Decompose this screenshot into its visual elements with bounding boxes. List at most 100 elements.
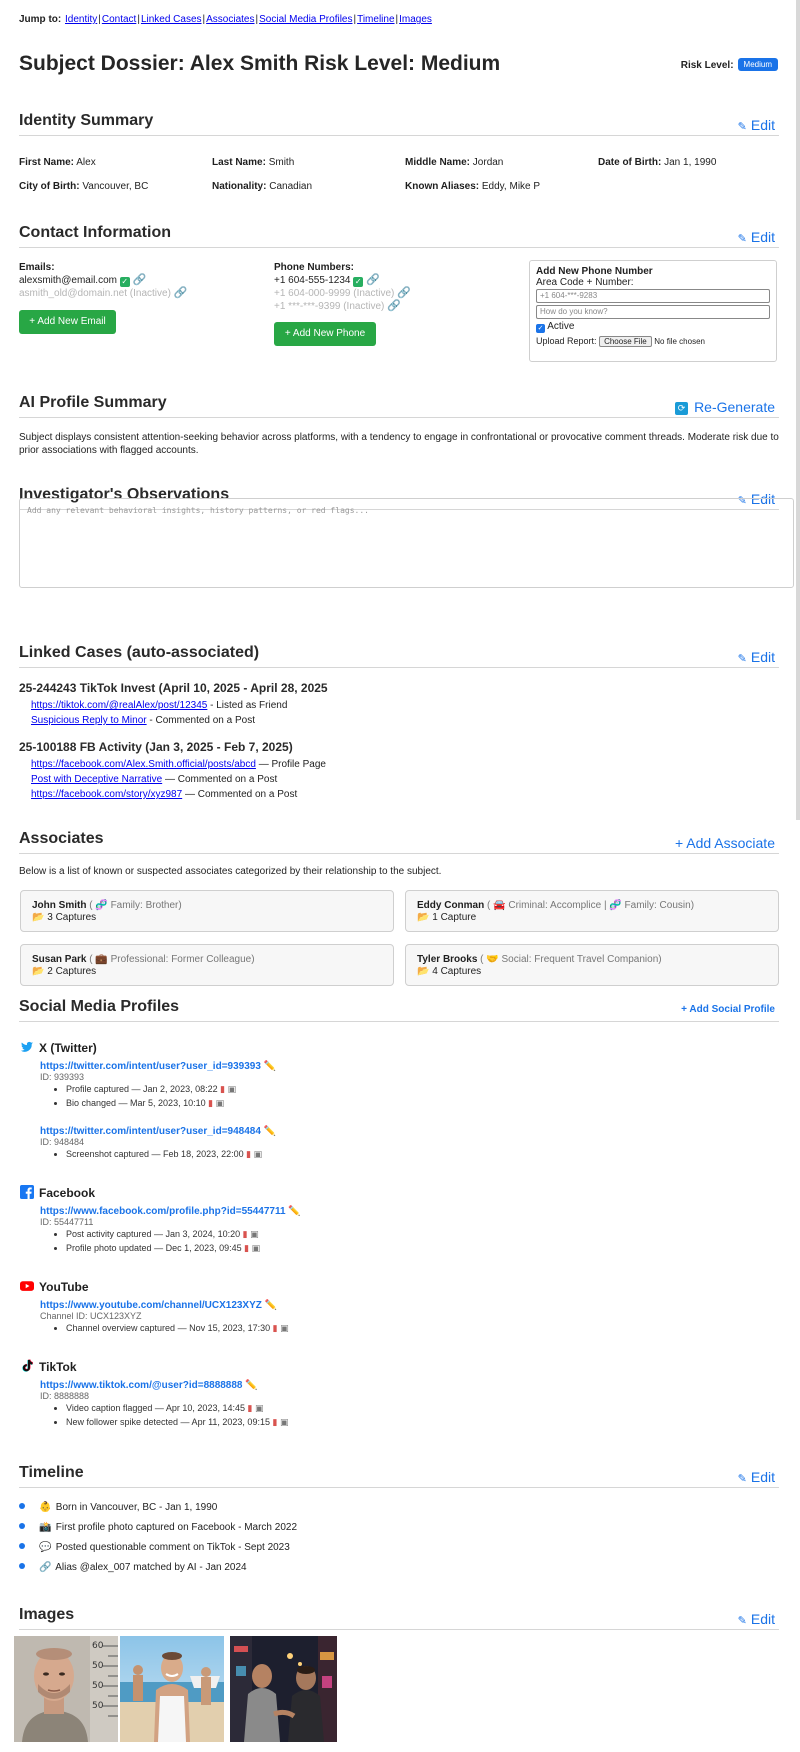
images-edit-button[interactable]: ✎ Edit <box>738 1611 775 1627</box>
jump-link-linked-cases[interactable]: Linked Cases <box>141 14 202 25</box>
field-value: Canadian <box>269 181 313 192</box>
image-icon[interactable]: ▣ <box>254 1149 263 1159</box>
phone-item-inactive: +1 ***-***-9399 (Inactive) 🔗 <box>274 300 411 313</box>
edit-pencil-icon[interactable]: ✏️ <box>264 1061 276 1072</box>
how-known-input[interactable]: How do you know? <box>536 305 770 319</box>
associate-card[interactable]: John Smith ( 🧬 Family: Brother) 📂 3 Capt… <box>20 890 394 932</box>
phone-status: (Inactive) <box>353 288 395 299</box>
active-checkbox[interactable]: ✓ <box>536 324 545 333</box>
case-link[interactable]: https://facebook.com/Alex.Smith.official… <box>31 759 256 770</box>
profile-link[interactable]: https://twitter.com/intent/user?user_id=… <box>40 1126 261 1137</box>
add-social-profile-button[interactable]: + Add Social Profile <box>681 1004 775 1015</box>
pdf-icon[interactable]: ▮ <box>220 1084 225 1094</box>
image-icon[interactable]: ▣ <box>250 1229 259 1239</box>
phone-number: +1 604-555-1234 <box>274 275 351 286</box>
jump-link-timeline[interactable]: Timeline <box>357 14 394 25</box>
field-value: Alex <box>76 157 96 168</box>
add-phone-button[interactable]: + Add New Phone <box>274 322 376 346</box>
profile-link[interactable]: https://www.youtube.com/channel/UCX123XY… <box>40 1300 262 1311</box>
case-link[interactable]: Suspicious Reply to Minor <box>31 715 147 726</box>
emails-label: Emails: <box>19 262 55 273</box>
pdf-icon[interactable]: ▮ <box>244 1243 249 1253</box>
facebook-icon <box>20 1185 34 1199</box>
associate-card[interactable]: Susan Park ( 💼 Professional: Former Coll… <box>20 944 394 986</box>
case-link[interactable]: https://facebook.com/story/xyz987 <box>31 789 182 800</box>
case-item: 25-244243 TikTok Invest (April 10, 2025 … <box>19 681 779 728</box>
pdf-icon[interactable]: ▮ <box>208 1098 213 1108</box>
choose-file-button[interactable]: Choose File <box>599 336 652 347</box>
bullet-dot <box>19 1563 25 1569</box>
pdf-icon[interactable]: ▮ <box>248 1403 253 1413</box>
folder-icon: 📂 <box>32 912 45 923</box>
profile-link[interactable]: https://www.tiktok.com/@user?id=8888888 <box>40 1380 243 1391</box>
case-title: 25-244243 TikTok Invest (April 10, 2025 … <box>19 681 328 695</box>
edit-pencil-icon[interactable]: ✏️ <box>265 1300 277 1311</box>
area-code-input[interactable]: +1 604-***-9283 <box>536 289 770 303</box>
link-icon[interactable]: 🔗 <box>174 287 188 299</box>
pencil-icon: ✎ <box>737 653 747 665</box>
image-icon[interactable]: ▣ <box>252 1243 261 1253</box>
image-icon[interactable]: ▣ <box>216 1098 225 1108</box>
pdf-icon[interactable]: ▮ <box>273 1323 278 1333</box>
associate-relation: Family: Brother <box>110 900 179 911</box>
regenerate-button[interactable]: ⟳ Re-Generate <box>675 399 775 415</box>
phone-item-inactive: +1 604-000-9999 (Inactive) 🔗 <box>274 287 411 300</box>
associate-captures: 3 Captures <box>47 912 97 923</box>
link-icon[interactable]: 🔗 <box>387 300 401 312</box>
image-icon[interactable]: ▣ <box>228 1084 237 1094</box>
contact-body: Emails: alexsmith@email.com ✓ 🔗 asmith_o… <box>19 248 779 362</box>
case-note: — Commented on a Post <box>164 774 278 785</box>
jump-link-identity[interactable]: Identity <box>65 14 97 25</box>
image-beach-group[interactable] <box>120 1636 224 1742</box>
capture-list: Video caption flagged — Apr 10, 2023, 14… <box>40 1401 288 1429</box>
image-mugshot[interactable]: 60 50 50 50 <box>14 1636 118 1742</box>
upload-label: Upload Report: <box>536 336 597 346</box>
risk-level-label: Risk Level: <box>680 60 734 71</box>
jump-link-contact[interactable]: Contact <box>102 14 136 25</box>
contact-edit-button[interactable]: ✎ Edit <box>738 229 775 245</box>
profile-id: Channel ID: UCX123XYZ <box>40 1311 142 1321</box>
image-icon[interactable]: ▣ <box>280 1323 289 1333</box>
pdf-icon[interactable]: ▮ <box>243 1229 248 1239</box>
link-icon[interactable]: 🔗 <box>397 287 411 299</box>
case-link[interactable]: https://tiktok.com/@realAlex/post/12345 <box>31 700 207 711</box>
bullet-dot <box>19 1543 25 1549</box>
edit-pencil-icon[interactable]: ✏️ <box>245 1380 257 1391</box>
image-icon[interactable]: ▣ <box>280 1417 289 1427</box>
identity-edit-button[interactable]: ✎ Edit <box>738 117 775 133</box>
case-link[interactable]: Post with Deceptive Narrative <box>31 774 162 785</box>
associate-card[interactable]: Eddy Conman ( 🚘 Criminal: Accomplice | 🧬… <box>405 890 779 932</box>
risk-level-badge: Medium <box>737 58 778 71</box>
field-value: Eddy, Mike P <box>481 181 541 192</box>
capture-item: Post activity captured — Jan 3, 2024, 10… <box>66 1227 301 1241</box>
social-header: Social Media Profiles + Add Social Profi… <box>19 996 779 1022</box>
capture-text: Bio changed — Mar 5, 2023, 10:10 <box>66 1098 206 1108</box>
jump-link-associates[interactable]: Associates <box>206 14 254 25</box>
pdf-icon[interactable]: ▮ <box>272 1417 277 1427</box>
edit-pencil-icon[interactable]: ✏️ <box>264 1126 276 1137</box>
timeline-text: First profile photo captured on Facebook… <box>55 1522 298 1533</box>
jump-link-images[interactable]: Images <box>399 14 432 25</box>
observations-textarea[interactable]: Add any relevant behavioral insights, hi… <box>19 498 794 588</box>
linked-cases-edit-button[interactable]: ✎ Edit <box>738 649 775 665</box>
phones-label: Phone Numbers: <box>274 262 355 273</box>
image-city-night[interactable] <box>230 1636 337 1742</box>
edit-pencil-icon[interactable]: ✏️ <box>288 1206 300 1217</box>
pdf-icon[interactable]: ▮ <box>246 1149 251 1159</box>
capture-item: Screenshot captured — Feb 18, 2023, 22:0… <box>66 1147 276 1161</box>
link-icon[interactable]: 🔗 <box>133 274 147 286</box>
case-note: — Commented on a Post <box>184 789 298 800</box>
jump-link-social[interactable]: Social Media Profiles <box>259 14 352 25</box>
timeline-text: Alias @alex_007 matched by AI - Jan 2024 <box>55 1562 247 1573</box>
add-associate-button[interactable]: + Add Associate <box>675 835 775 851</box>
link-icon[interactable]: 🔗 <box>366 274 380 286</box>
profile-link[interactable]: https://www.facebook.com/profile.php?id=… <box>40 1206 286 1217</box>
baby-icon: 👶 <box>39 1502 52 1513</box>
add-email-button[interactable]: + Add New Email <box>19 310 116 334</box>
case-link-row: Post with Deceptive Narrative — Commente… <box>31 772 779 787</box>
associate-card[interactable]: Tyler Brooks ( 🤝 Social: Frequent Travel… <box>405 944 779 986</box>
timeline-edit-button[interactable]: ✎ Edit <box>738 1469 775 1485</box>
height-mark-label: 50 <box>92 1701 104 1711</box>
profile-link[interactable]: https://twitter.com/intent/user?user_id=… <box>40 1061 261 1072</box>
image-icon[interactable]: ▣ <box>255 1403 264 1413</box>
